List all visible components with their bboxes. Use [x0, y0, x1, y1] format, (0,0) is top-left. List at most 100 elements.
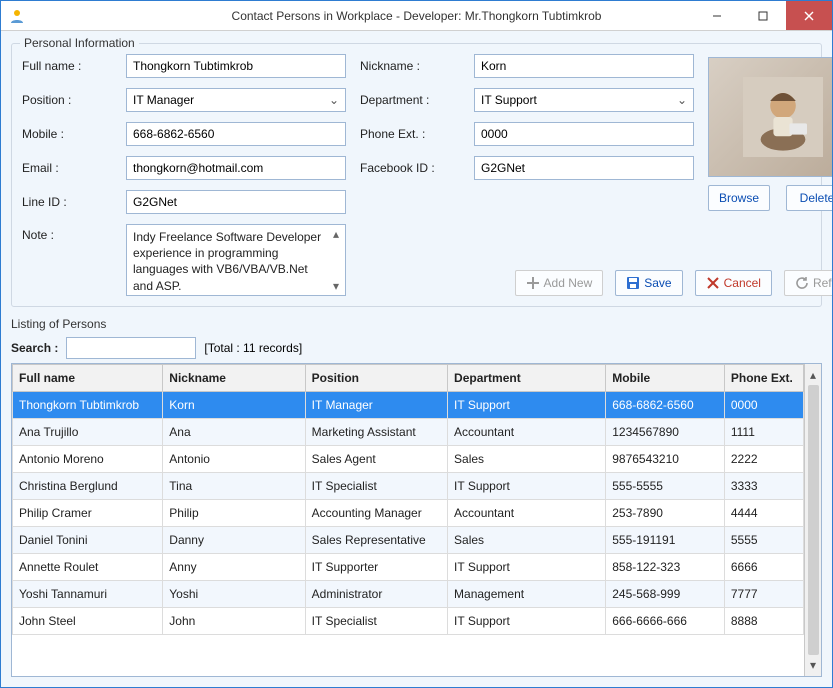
cell-nickname: Anny — [163, 554, 305, 581]
table-header-row: Full name Nickname Position Department M… — [13, 365, 804, 392]
cell-department: IT Support — [448, 473, 606, 500]
cell-fullName: John Steel — [13, 608, 163, 635]
phoneext-input[interactable]: 0000 — [474, 122, 694, 146]
fullname-input[interactable]: Thongkorn Tubtimkrob — [126, 54, 346, 78]
cell-department: Accountant — [448, 419, 606, 446]
col-fullname[interactable]: Full name — [13, 365, 163, 392]
scroll-up-icon[interactable]: ▴ — [810, 368, 816, 382]
label-facebook: Facebook ID : — [360, 161, 460, 175]
scroll-up-icon[interactable]: ▴ — [329, 227, 343, 241]
col-department[interactable]: Department — [448, 365, 606, 392]
mobile-input[interactable]: 668-6862-6560 — [126, 122, 346, 146]
delete-button[interactable]: Delete — [786, 185, 832, 211]
cell-phoneExt: 5555 — [724, 527, 803, 554]
cell-nickname: Korn — [163, 392, 305, 419]
label-lineid: Line ID : — [22, 195, 112, 209]
cell-phoneExt: 4444 — [724, 500, 803, 527]
maximize-button[interactable] — [740, 1, 786, 30]
search-input[interactable] — [66, 337, 196, 359]
action-toolbar: Add New Save Cancel Refresh — [360, 270, 832, 296]
cell-mobile: 858-122-323 — [606, 554, 725, 581]
table-row[interactable]: Antonio MorenoAntonioSales AgentSales987… — [13, 446, 804, 473]
personal-info-group: Personal Information Full name : Thongko… — [11, 43, 822, 307]
table-row[interactable]: Annette RouletAnnyIT SupporterIT Support… — [13, 554, 804, 581]
label-position: Position : — [22, 93, 112, 107]
cell-position: IT Specialist — [305, 473, 447, 500]
scroll-down-icon[interactable]: ▾ — [810, 658, 816, 672]
label-phoneext: Phone Ext. : — [360, 127, 460, 141]
cell-position: Marketing Assistant — [305, 419, 447, 446]
photo-column: Browse Delete — [708, 57, 832, 211]
scroll-down-icon[interactable]: ▾ — [329, 279, 343, 293]
search-row: Search : [Total : 11 records] — [11, 337, 822, 359]
cell-nickname: John — [163, 608, 305, 635]
nickname-input[interactable]: Korn — [474, 54, 694, 78]
cell-mobile: 555-5555 — [606, 473, 725, 500]
vertical-scrollbar[interactable]: ▴ ▾ — [804, 364, 821, 676]
cell-phoneExt: 7777 — [724, 581, 803, 608]
listing-title: Listing of Persons — [11, 317, 822, 331]
department-combo[interactable]: IT Support⌄ — [474, 88, 694, 112]
minimize-button[interactable] — [694, 1, 740, 30]
cell-department: Sales — [448, 527, 606, 554]
cell-phoneExt: 0000 — [724, 392, 803, 419]
table-row[interactable]: Daniel ToniniDannySales RepresentativeSa… — [13, 527, 804, 554]
cell-department: IT Support — [448, 554, 606, 581]
chevron-down-icon: ⌄ — [329, 93, 339, 107]
save-button[interactable]: Save — [615, 270, 682, 296]
persons-table[interactable]: Full name Nickname Position Department M… — [12, 364, 804, 635]
scroll-thumb[interactable] — [808, 385, 819, 655]
table-row[interactable]: Yoshi TannamuriYoshiAdministratorManagem… — [13, 581, 804, 608]
table-row[interactable]: Philip CramerPhilipAccounting ManagerAcc… — [13, 500, 804, 527]
cell-mobile: 245-568-999 — [606, 581, 725, 608]
note-input[interactable]: Indy Freelance Software Developer experi… — [126, 224, 346, 296]
cell-position: IT Supporter — [305, 554, 447, 581]
cell-mobile: 668-6862-6560 — [606, 392, 725, 419]
label-email: Email : — [22, 161, 112, 175]
chevron-down-icon: ⌄ — [677, 93, 687, 107]
cell-position: Sales Agent — [305, 446, 447, 473]
facebook-input[interactable]: G2GNet — [474, 156, 694, 180]
plus-icon — [526, 276, 540, 290]
client-area: Personal Information Full name : Thongko… — [1, 31, 832, 687]
search-label: Search : — [11, 341, 58, 355]
refresh-button[interactable]: Refresh — [784, 270, 832, 296]
cell-fullName: Thongkorn Tubtimkrob — [13, 392, 163, 419]
label-note: Note : — [22, 224, 112, 242]
cell-mobile: 555-191191 — [606, 527, 725, 554]
email-input[interactable]: thongkorn@hotmail.com — [126, 156, 346, 180]
app-window: Contact Persons in Workplace - Developer… — [0, 0, 833, 688]
browse-button[interactable]: Browse — [708, 185, 770, 211]
cell-fullName: Christina Berglund — [13, 473, 163, 500]
col-phoneext[interactable]: Phone Ext. — [724, 365, 803, 392]
add-new-button[interactable]: Add New — [515, 270, 604, 296]
cancel-button[interactable]: Cancel — [695, 270, 772, 296]
persons-grid: Full name Nickname Position Department M… — [11, 363, 822, 677]
table-row[interactable]: Thongkorn TubtimkrobKornIT ManagerIT Sup… — [13, 392, 804, 419]
cell-mobile: 666-6666-666 — [606, 608, 725, 635]
table-row[interactable]: Ana TrujilloAnaMarketing AssistantAccoun… — [13, 419, 804, 446]
cell-mobile: 1234567890 — [606, 419, 725, 446]
cell-fullName: Annette Roulet — [13, 554, 163, 581]
close-button[interactable] — [786, 1, 832, 30]
table-row[interactable]: John SteelJohnIT SpecialistIT Support666… — [13, 608, 804, 635]
col-position[interactable]: Position — [305, 365, 447, 392]
cell-phoneExt: 2222 — [724, 446, 803, 473]
position-combo[interactable]: IT Manager⌄ — [126, 88, 346, 112]
cell-position: Sales Representative — [305, 527, 447, 554]
table-row[interactable]: Christina BerglundTinaIT SpecialistIT Su… — [13, 473, 804, 500]
cell-nickname: Danny — [163, 527, 305, 554]
cell-department: Accountant — [448, 500, 606, 527]
lineid-input[interactable]: G2GNet — [126, 190, 346, 214]
cell-nickname: Yoshi — [163, 581, 305, 608]
col-nickname[interactable]: Nickname — [163, 365, 305, 392]
label-nickname: Nickname : — [360, 59, 460, 73]
label-mobile: Mobile : — [22, 127, 112, 141]
total-records: [Total : 11 records] — [204, 341, 302, 355]
cell-phoneExt: 3333 — [724, 473, 803, 500]
cell-nickname: Philip — [163, 500, 305, 527]
col-mobile[interactable]: Mobile — [606, 365, 725, 392]
cell-department: IT Support — [448, 608, 606, 635]
app-icon — [9, 8, 25, 24]
cell-phoneExt: 1111 — [724, 419, 803, 446]
